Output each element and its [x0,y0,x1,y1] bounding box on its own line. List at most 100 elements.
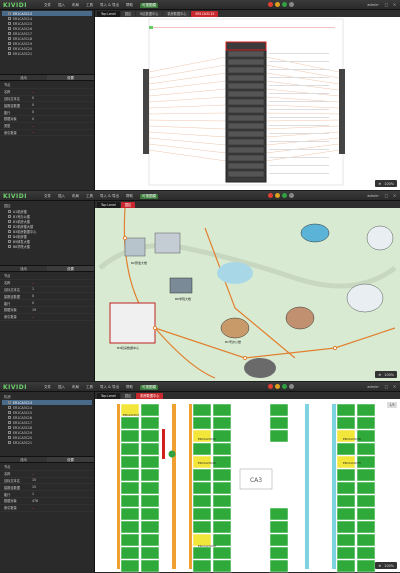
menu-insert[interactable]: 插入 [58,194,65,199]
building [154,232,181,254]
status-gray-icon[interactable] [289,2,294,7]
rack-icon [8,431,11,434]
tree-root[interactable]: 机房 [2,393,92,400]
menu-layout[interactable]: 布局 [72,194,79,199]
rack-unit [227,50,265,58]
minimize-icon[interactable]: – [376,193,381,198]
tab-settings[interactable]: 设置 [47,75,94,80]
building [169,277,193,294]
menu-help[interactable]: 帮助 [126,385,133,390]
maximize-icon[interactable]: □ [384,384,389,389]
rack-icon [8,426,11,429]
menu-tools[interactable]: 工具 [86,3,93,8]
menu-bar: 文件 插入 布局 工具 导入 & 导出 帮助 可视图模 [44,194,158,199]
left-panel: ER1CA3C13 ER1CA3C14 ER1CA3C15 ER1CA3C16 … [0,10,95,190]
zoom-control[interactable]: ⊕ 100% [375,180,397,187]
status-green-icon[interactable] [282,193,287,198]
rack-cell [269,546,289,560]
close-icon[interactable]: × [392,193,397,198]
zoom-control[interactable]: ⊕ 100% [375,371,397,378]
building [124,237,146,257]
unit-label [269,125,329,126]
tree-root[interactable]: 园区 [2,202,92,209]
status-red-icon[interactable] [268,384,273,389]
building-icon [8,245,11,248]
map-canvas[interactable]: Top Level 园区 B2研发大楼 B6学院大楼 B1号办公楼 B3机房数据… [95,201,400,381]
status-green-icon[interactable] [282,2,287,7]
tab-general[interactable]: 通用 [0,457,47,462]
status-circles [268,2,294,7]
maximize-icon[interactable]: □ [384,193,389,198]
menu-tools[interactable]: 工具 [86,385,93,390]
rack-icon [8,406,11,409]
cooling-duct [332,404,336,569]
status-red-icon[interactable] [268,193,273,198]
rack-cell [336,533,356,547]
menu-layout[interactable]: 布局 [72,385,79,390]
floorplan-canvas[interactable]: Top Level 园区 机房数据中心 1/3 CA3 ER1CA3C3 ER1… [95,392,400,573]
menu-layout[interactable]: 布局 [72,3,79,8]
rack-label: ER1CA3C36 [343,437,361,441]
rack-icon [8,416,11,419]
status-green-icon[interactable] [282,384,287,389]
tree-item[interactable]: B6学院大楼 [2,244,92,249]
tree-view: 园区 A1机房楼 B1号办公楼 B1机房大楼 B2机房楼大楼 B3机房数据中心 … [0,201,94,265]
tab-general[interactable]: 通用 [0,266,47,271]
menu-file[interactable]: 文件 [44,3,51,8]
menu-import-export[interactable]: 导入 & 导出 [100,194,119,199]
rack-cell [140,533,160,547]
building [366,225,394,251]
menu-file[interactable]: 文件 [44,385,51,390]
unit-label [269,173,329,174]
menu-import-export[interactable]: 导入 & 导出 [100,3,119,8]
menu-help[interactable]: 帮助 [126,194,133,199]
canvas-area[interactable]: Top Level 园区 B区数据中心 机房数据中心 ER1CA3C15 ⊕ 10… [95,10,400,190]
status-orange-icon[interactable] [275,193,280,198]
connection-line [148,125,227,130]
route-node [152,325,158,331]
floor-plan: CA3 ER1CA3C3 ER1CA3C15 ER1CA3C16 ER1CA3C… [117,403,376,573]
title-bar: KIVIDI 文件 插入 布局 工具 导入 & 导出 帮助 可视图模 admin… [0,382,400,392]
close-icon[interactable]: × [392,384,397,389]
menu-insert[interactable]: 插入 [58,385,65,390]
rack-cell [120,507,140,521]
property-row: 节点 [0,273,94,280]
cooling-duct [305,404,309,569]
menu-help[interactable]: 帮助 [126,3,133,8]
maximize-icon[interactable]: □ [384,2,389,7]
close-icon[interactable]: × [392,2,397,7]
unit-label [269,149,329,150]
properties-list: 节点 名称 -- 目标文本名 15 接数目数据 15 能行 1 数据对象 476 索引数量… [0,463,94,513]
connection-line [148,137,227,146]
menu-file[interactable]: 文件 [44,194,51,199]
menu-insert[interactable]: 插入 [58,3,65,8]
tab-general[interactable]: 通用 [0,75,47,80]
menu-visual-mode[interactable]: 可视图模 [139,3,158,8]
tree-item[interactable]: ER1CA3C21 [2,440,92,445]
menu-import-export[interactable]: 导入 & 导出 [100,385,119,390]
menu-visual-mode[interactable]: 可视图模 [139,385,158,390]
rack-cell [140,559,160,573]
tab-settings[interactable]: 设置 [47,266,94,271]
tree-item[interactable]: ER1CA3C21 [2,51,92,56]
cable-route [204,227,296,359]
rack-cell [356,468,376,482]
minimize-icon[interactable]: – [376,2,381,7]
menu-visual-mode[interactable]: 可视图模 [139,194,158,199]
selected-building [109,302,156,344]
left-patch-panel [143,69,149,154]
zoom-control[interactable]: ⊕ 100% [375,562,397,569]
tab-settings[interactable]: 设置 [47,457,94,462]
property-row: 名称 -- [0,280,94,287]
rack-cell [336,559,356,573]
status-gray-icon[interactable] [289,384,294,389]
status-orange-icon[interactable] [275,384,280,389]
status-red-icon[interactable] [268,2,273,7]
unit-label [269,93,329,94]
status-orange-icon[interactable] [275,2,280,7]
rack-label: ER1CA3C15 [198,437,216,441]
status-gray-icon[interactable] [289,193,294,198]
connection-line [265,88,340,97]
menu-tools[interactable]: 工具 [86,194,93,199]
minimize-icon[interactable]: – [376,384,381,389]
